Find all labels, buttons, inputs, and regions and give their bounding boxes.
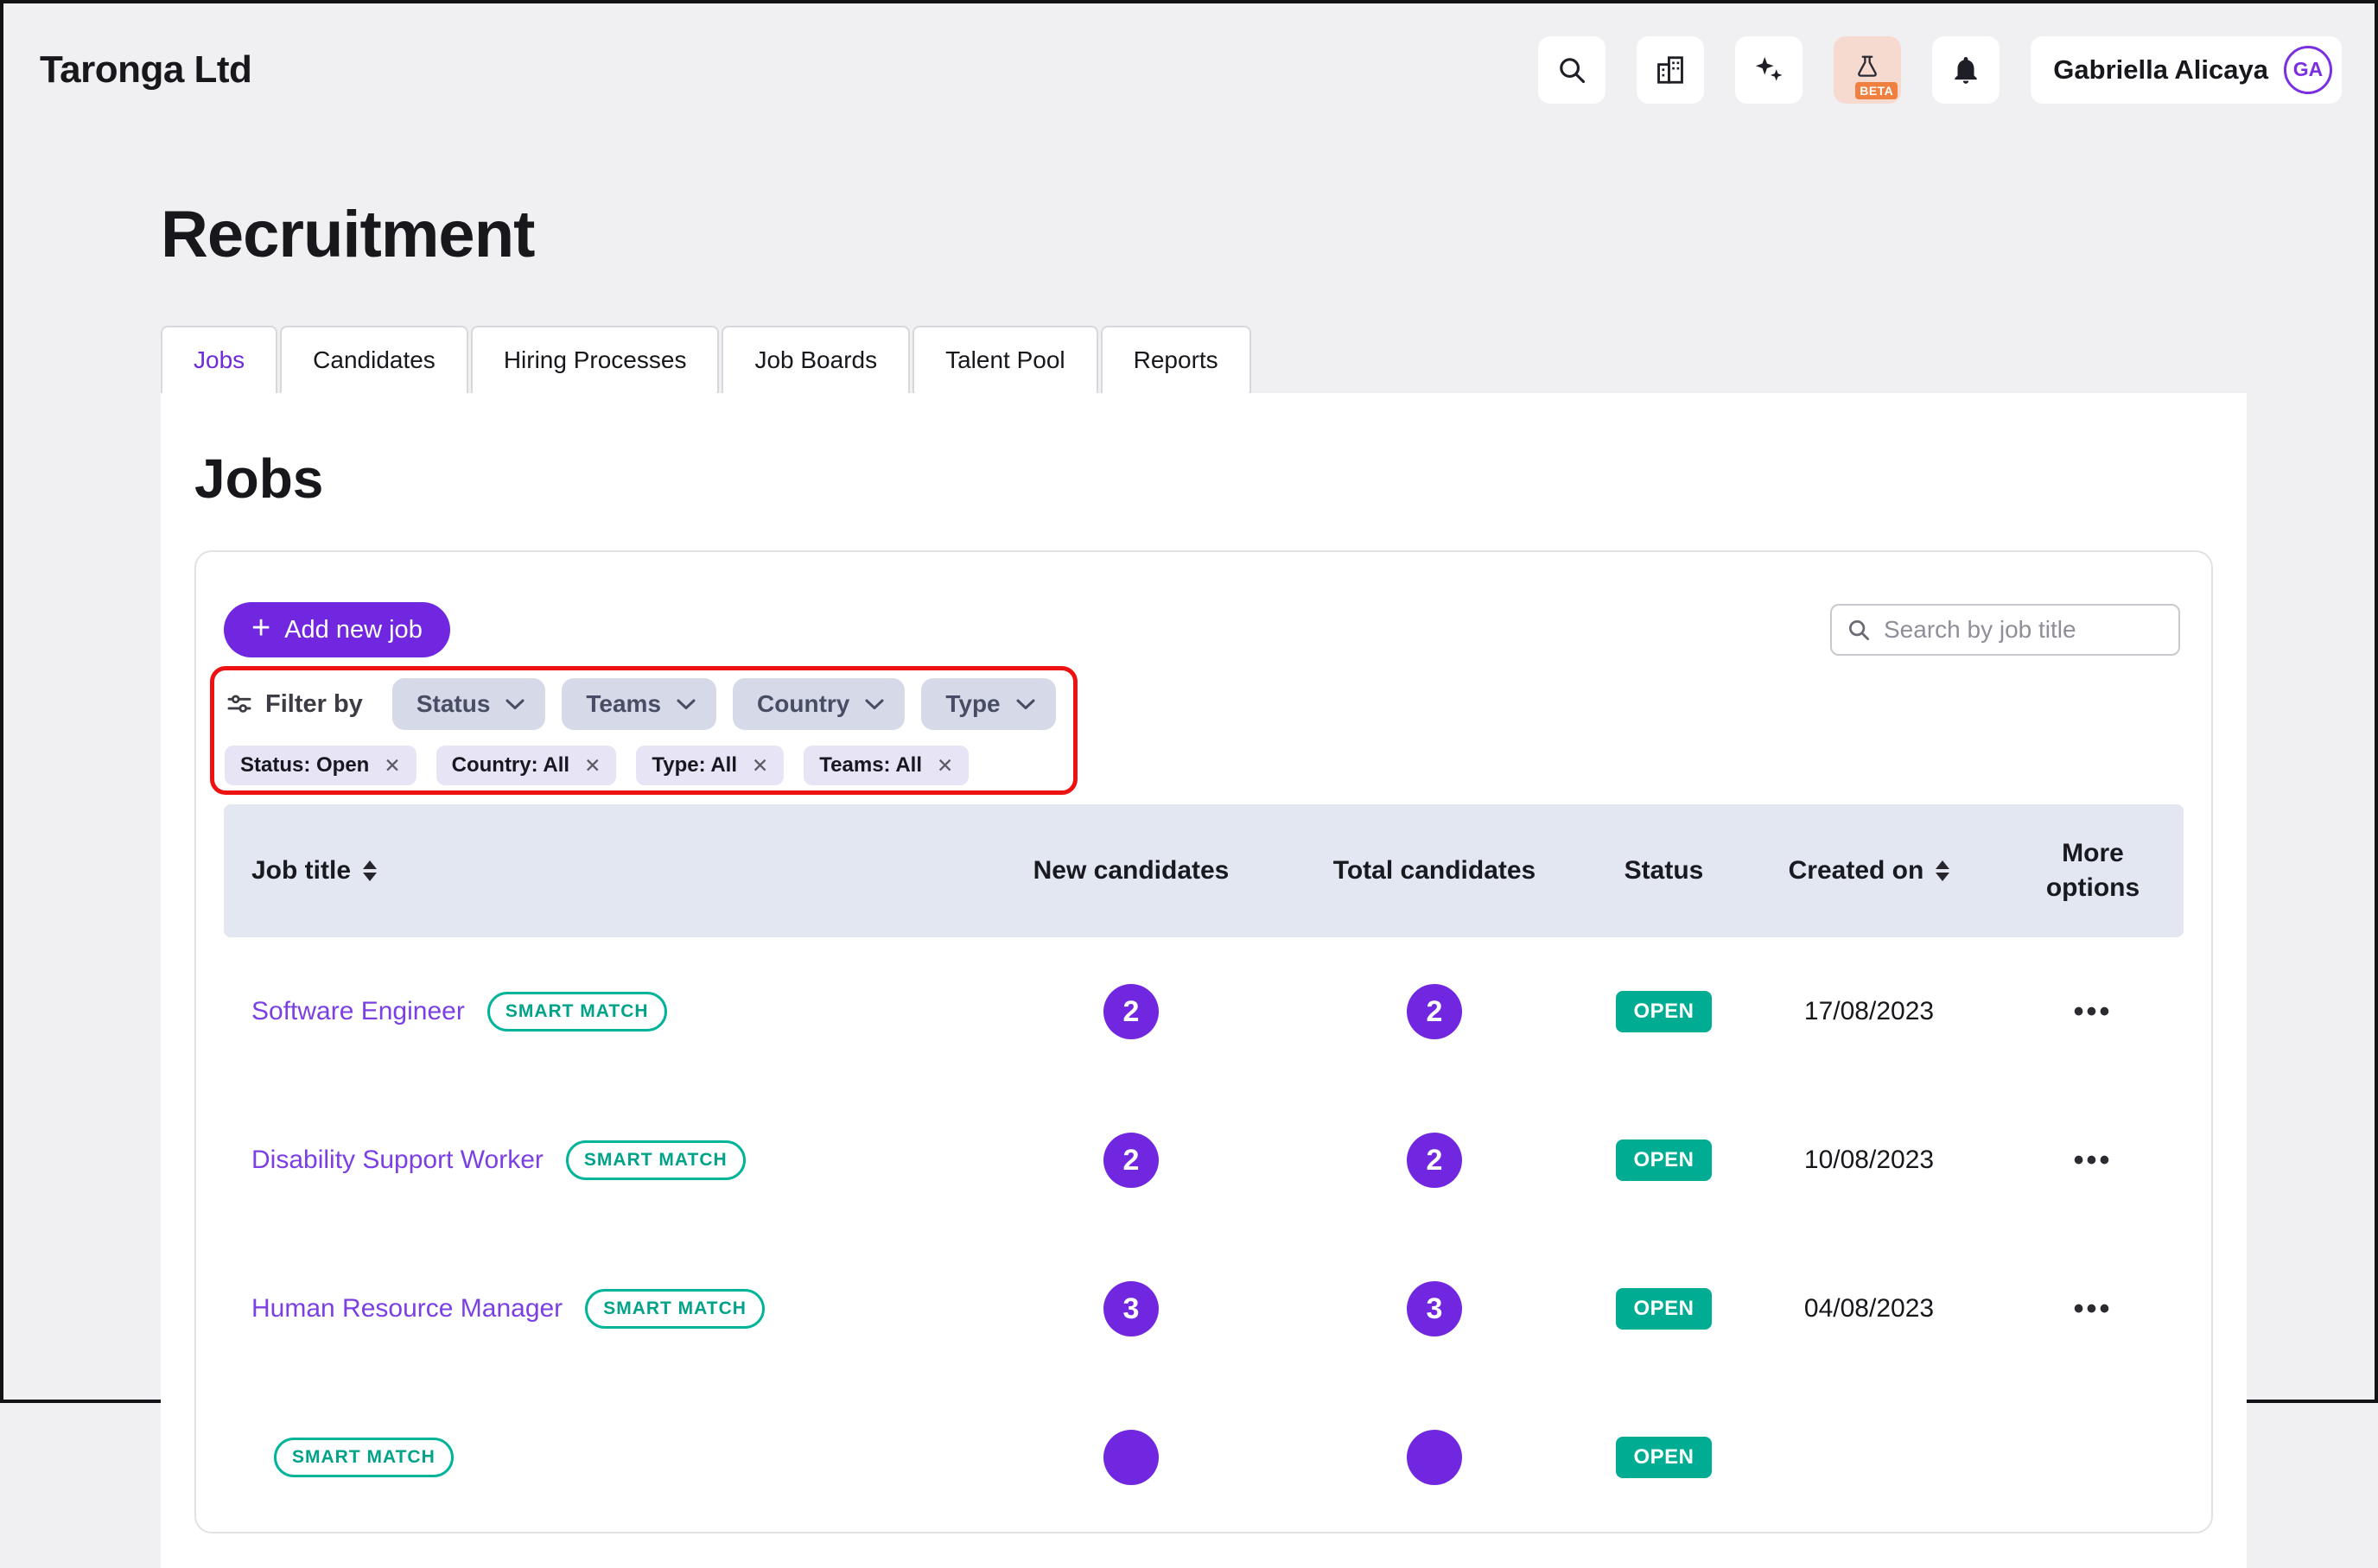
- building-icon: [1654, 54, 1687, 86]
- status-badge: OPEN: [1616, 1139, 1711, 1181]
- sort-icon[interactable]: [363, 860, 377, 881]
- close-icon[interactable]: ✕: [752, 754, 768, 778]
- filter-dropdown-status[interactable]: Status: [392, 678, 546, 730]
- job-title-link[interactable]: Disability Support Worker: [251, 1146, 544, 1175]
- status-badge: OPEN: [1616, 1437, 1711, 1478]
- job-search-box: [1830, 604, 2180, 656]
- table-row: Disability Support Worker SMART MATCH 2 …: [224, 1086, 2184, 1235]
- smart-match-badge: SMART MATCH: [274, 1438, 454, 1477]
- column-job-title[interactable]: Job title: [224, 854, 973, 889]
- sort-icon[interactable]: [1936, 860, 1949, 881]
- tab-candidates[interactable]: Candidates: [280, 326, 468, 393]
- close-icon[interactable]: ✕: [384, 754, 400, 778]
- table-header: Job title New candidates Total candidate…: [224, 804, 2184, 937]
- chip-type-all[interactable]: Type: All✕: [636, 746, 784, 785]
- status-badge: OPEN: [1616, 1288, 1711, 1330]
- jobs-panel: Jobs + Add new job: [161, 393, 2247, 1568]
- created-on-date: 17/08/2023: [1748, 997, 1990, 1026]
- tab-jobs[interactable]: Jobs: [161, 326, 277, 393]
- total-candidates-count[interactable]: [1407, 1430, 1462, 1485]
- chevron-down-icon: [1016, 699, 1035, 710]
- user-menu[interactable]: Gabriella Alicaya GA: [2031, 36, 2342, 104]
- topbar-actions: BETA Gabriella Alicaya GA: [1538, 36, 2342, 104]
- table-row: Human Resource Manager SMART MATCH 3 3 O…: [224, 1235, 2184, 1383]
- total-candidates-count[interactable]: 3: [1407, 1281, 1462, 1336]
- smart-match-badge: SMART MATCH: [566, 1140, 746, 1180]
- chevron-down-icon: [677, 699, 696, 710]
- tab-job-boards[interactable]: Job Boards: [722, 326, 910, 393]
- chevron-down-icon: [505, 699, 525, 710]
- filter-bar: Filter by Status Teams Country: [225, 678, 1056, 730]
- new-candidates-count[interactable]: 3: [1103, 1281, 1159, 1336]
- column-more-options: More options: [1990, 836, 2196, 906]
- chip-teams-all[interactable]: Teams: All✕: [804, 746, 969, 785]
- search-icon: [1846, 617, 1872, 643]
- company-name: Taronga Ltd: [40, 48, 251, 92]
- column-total-candidates: Total candidates: [1289, 854, 1580, 889]
- status-badge: OPEN: [1616, 991, 1711, 1032]
- table-row: Software Engineer SMART MATCH 2 2 OPEN 1…: [224, 937, 2184, 1086]
- page-title: Recruitment: [161, 197, 2375, 272]
- filter-by-label: Filter by: [225, 689, 363, 719]
- notifications-button[interactable]: [1932, 36, 2000, 104]
- chip-status-open[interactable]: Status: Open✕: [225, 746, 416, 785]
- tab-bar: Jobs Candidates Hiring Processes Job Boa…: [161, 326, 2375, 393]
- jobs-toolbar: + Add new job: [224, 602, 2184, 657]
- column-created-on[interactable]: Created on: [1748, 854, 1990, 889]
- chip-country-all[interactable]: Country: All✕: [436, 746, 617, 785]
- avatar: GA: [2284, 46, 2332, 94]
- close-icon[interactable]: ✕: [584, 754, 601, 778]
- add-new-job-button[interactable]: + Add new job: [224, 602, 450, 657]
- created-on-date: 10/08/2023: [1748, 1146, 1990, 1175]
- active-filter-chips: Status: Open✕ Country: All✕ Type: All✕ T…: [225, 746, 1056, 785]
- close-icon[interactable]: ✕: [937, 754, 953, 778]
- bell-icon: [1949, 54, 1982, 86]
- column-new-candidates: New candidates: [973, 854, 1289, 889]
- tab-reports[interactable]: Reports: [1101, 326, 1251, 393]
- filter-dropdown-teams[interactable]: Teams: [562, 678, 716, 730]
- smart-match-badge: SMART MATCH: [487, 992, 667, 1032]
- smart-match-badge: SMART MATCH: [585, 1289, 765, 1329]
- total-candidates-count[interactable]: 2: [1407, 984, 1462, 1039]
- job-title-link[interactable]: Human Resource Manager: [251, 1294, 563, 1324]
- new-candidates-count[interactable]: 2: [1103, 1133, 1159, 1188]
- filter-dropdown-type[interactable]: Type: [921, 678, 1055, 730]
- beta-labs-button[interactable]: BETA: [1834, 36, 1901, 104]
- chevron-down-icon: [865, 699, 884, 710]
- sparkles-icon: [1752, 54, 1785, 86]
- organisation-button[interactable]: [1637, 36, 1704, 104]
- job-title-link[interactable]: Software Engineer: [251, 997, 465, 1026]
- more-options-button[interactable]: •••: [1990, 1292, 2196, 1326]
- user-name: Gabriella Alicaya: [2053, 54, 2268, 86]
- sliders-icon: [225, 689, 254, 719]
- more-options-button[interactable]: •••: [1990, 995, 2196, 1029]
- column-status: Status: [1580, 854, 1748, 889]
- jobs-card: + Add new job: [194, 550, 2213, 1533]
- plus-icon: +: [251, 612, 270, 644]
- beta-badge: BETA: [1855, 82, 1898, 99]
- topbar: Taronga Ltd: [3, 3, 2375, 105]
- new-candidates-count[interactable]: 2: [1103, 984, 1159, 1039]
- assistant-button[interactable]: [1735, 36, 1803, 104]
- total-candidates-count[interactable]: 2: [1407, 1133, 1462, 1188]
- annotation-highlight: Filter by Status Teams Country: [210, 666, 1078, 795]
- search-job-title-input[interactable]: [1884, 616, 2196, 644]
- filter-dropdown-country[interactable]: Country: [733, 678, 905, 730]
- more-options-button[interactable]: •••: [1990, 1144, 2196, 1178]
- table-row: SMART MATCH OPEN: [224, 1383, 2184, 1532]
- new-candidates-count[interactable]: [1103, 1430, 1159, 1485]
- tab-talent-pool[interactable]: Talent Pool: [912, 326, 1098, 393]
- created-on-date: 04/08/2023: [1748, 1294, 1990, 1324]
- tab-hiring-processes[interactable]: Hiring Processes: [471, 326, 720, 393]
- section-title: Jobs: [161, 393, 2247, 511]
- search-button[interactable]: [1538, 36, 1605, 104]
- search-icon: [1555, 54, 1588, 86]
